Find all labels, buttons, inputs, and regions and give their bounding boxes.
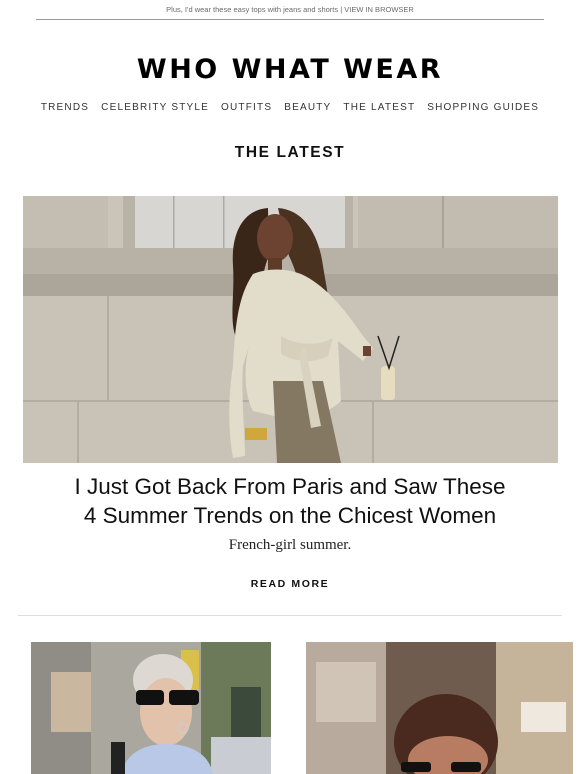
article-headline[interactable]: I Just Got Back From Paris and Saw These…	[0, 472, 580, 530]
nav-item-celebrity-style[interactable]: CELEBRITY STYLE	[101, 102, 209, 113]
main-nav: TRENDS CELEBRITY STYLE OUTFITS BEAUTY TH…	[0, 102, 580, 113]
headline-line-2[interactable]: 4 Summer Trends on the Chicest Women	[0, 501, 580, 530]
top-divider	[36, 19, 544, 20]
nav-item-the-latest[interactable]: THE LATEST	[343, 102, 415, 113]
section-title: THE LATEST	[234, 144, 346, 161]
article-thumbnail-left[interactable]	[31, 642, 271, 774]
brand-logo[interactable]: WHO WHAT WEAR	[0, 56, 580, 84]
nav-item-trends[interactable]: TRENDS	[41, 102, 89, 113]
preheader-text[interactable]: Plus, I'd wear these easy tops with jean…	[166, 5, 414, 14]
nav-item-shopping-guides[interactable]: SHOPPING GUIDES	[427, 102, 539, 113]
street-style-photo-left	[31, 642, 271, 774]
street-style-photo-right	[306, 642, 573, 774]
article-thumbnail-right[interactable]	[306, 642, 573, 774]
article-dek: French-girl summer.	[228, 537, 352, 553]
headline-line-1[interactable]: I Just Got Back From Paris and Saw These	[0, 472, 580, 501]
section-divider	[18, 615, 562, 616]
hero-photo	[23, 196, 558, 463]
nav-item-outfits[interactable]: OUTFITS	[221, 102, 272, 113]
preheader: Plus, I'd wear these easy tops with jean…	[0, 0, 580, 19]
hero-image[interactable]	[23, 196, 558, 463]
read-more-link[interactable]: READ MORE	[0, 578, 580, 590]
nav-item-beauty[interactable]: BEAUTY	[284, 102, 331, 113]
